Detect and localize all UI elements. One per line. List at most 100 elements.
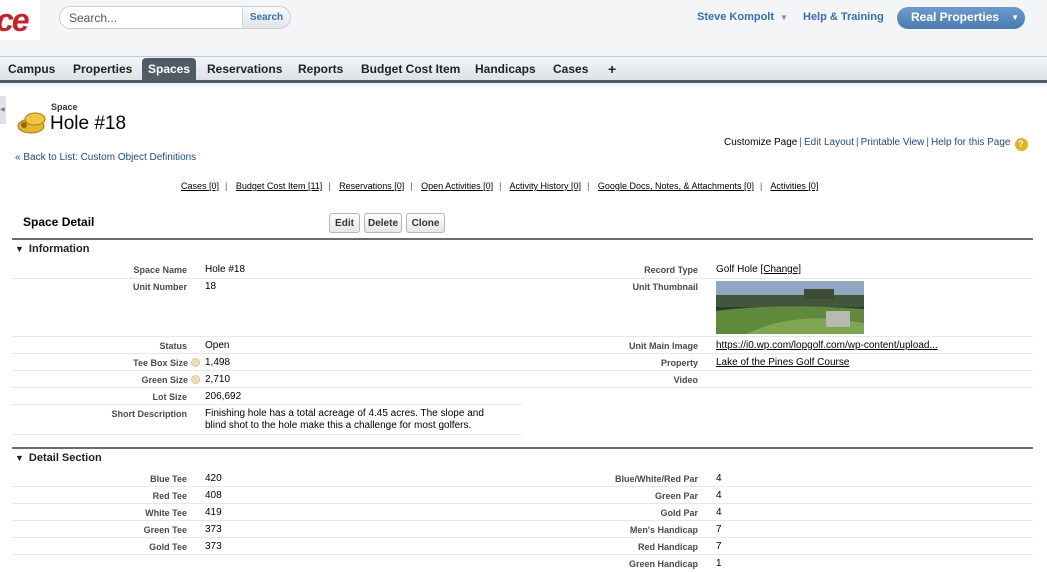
triangle-down-icon: ▼ [15,453,24,463]
global-header: ce Search Steve Kompolt ▼ Help & Training… [0,0,1047,56]
detail-section-toggle[interactable]: ▼ Detail Section [15,452,102,464]
edit-layout-link[interactable]: Edit Layout [804,137,854,148]
tab-spaces[interactable]: Spaces [142,58,197,81]
record-type-label: Record Type [644,265,698,275]
back-to-list-link[interactable]: « Back to List: Custom Object Definition… [15,152,196,163]
property-value: Lake of the Pines Golf Course [716,357,849,368]
add-tab-button[interactable]: + [608,57,616,81]
related-link-budget-cost-item[interactable]: Budget Cost Item [11] [236,181,322,191]
gold-tee-label: Gold Tee [149,542,187,552]
related-list-links: Cases [0] | Budget Cost Item [11] | Reserv… [181,181,819,191]
help-icon[interactable]: ? [1014,138,1028,151]
search-input[interactable] [60,7,242,28]
tab-handicaps[interactable]: Handicaps [475,57,536,81]
information-section-toggle[interactable]: ▼ Information [15,243,89,255]
short-description-value: Finishing hole has a total acreage of 4.… [205,408,484,431]
space-name-value: Hole #18 [205,264,246,275]
green-par-value: 4 [716,490,722,501]
status-value: Open [205,340,230,351]
space-object-icon [17,112,46,134]
page-title: Hole #18 [50,113,127,134]
tab-properties[interactable]: Properties [73,57,132,81]
mens-handicap-label: Men's Handicap [629,525,698,535]
property-link[interactable]: Lake of the Pines Golf Course [716,357,849,368]
salesforce-logo[interactable]: ce [0,0,40,40]
mens-handicap-value: 7 [716,524,722,535]
record-type-value: Golf Hole [Change] [716,264,802,275]
gold-par-label: Gold Par [660,508,698,518]
tee-box-size-value: 1,498 [205,357,231,368]
triangle-down-icon: ▼ [15,244,24,254]
tab-bar: Campus Properties Spaces Reservations Re… [0,56,1047,83]
printable-view-link[interactable]: Printable View [861,137,925,148]
user-menu[interactable]: Steve Kompolt ▼ [697,11,788,23]
detail-title: Space Detail [23,215,95,229]
blue-tee-value: 420 [205,473,222,484]
help-training-link[interactable]: Help & Training [803,11,884,23]
object-type-label: Space [51,102,78,112]
red-tee-label: Red Tee [152,491,187,501]
app-switcher-button[interactable]: Real Properties ▼ [897,7,1025,29]
blue-tee-label: Blue Tee [150,474,187,484]
gold-tee-value: 373 [205,541,222,552]
chevron-down-icon: ▼ [780,13,788,22]
red-tee-value: 408 [205,490,222,501]
search-box: Search [59,6,291,29]
section-divider [12,447,1033,449]
tab-reservations[interactable]: Reservations [207,57,282,81]
tee-box-size-label: Tee Box Size [80,358,200,368]
green-size-label: Green Size [80,375,200,385]
unit-number-label: Unit Number [133,282,187,292]
related-link-reservations[interactable]: Reservations [0] [339,181,404,191]
short-description-label: Short Description [111,409,187,419]
red-handicap-label: Red Handicap [637,542,698,552]
change-record-type-link[interactable]: [Change] [760,264,801,275]
customize-page-link[interactable]: Customize Page [724,137,797,148]
unit-thumbnail-image[interactable] [716,281,864,334]
tab-cases[interactable]: Cases [553,57,588,81]
status-label: Status [159,341,187,351]
delete-button[interactable]: Delete [364,213,402,233]
info-icon[interactable] [191,375,200,384]
tab-budget-cost-item[interactable]: Budget Cost Item [361,57,460,81]
record-detail-page: ◀ Space Hole #18 Customize Page | Edit Lay… [0,86,1047,572]
page-links: Customize Page | Edit Layout | Printable Vie… [724,137,1028,151]
info-icon[interactable] [191,358,200,367]
blue-white-red-par-value: 4 [716,473,722,484]
related-link-open-activities[interactable]: Open Activities [0] [421,181,493,191]
green-size-value: 2,710 [205,374,231,385]
white-tee-value: 419 [205,507,222,518]
space-name-label: Space Name [133,265,187,275]
user-name: Steve Kompolt [697,11,775,23]
gold-par-value: 4 [716,507,722,518]
white-tee-label: White Tee [145,508,187,518]
edit-button[interactable]: Edit [329,213,360,233]
search-button[interactable]: Search [242,7,290,28]
green-par-label: Green Par [654,491,698,501]
lot-size-value: 206,692 [205,391,242,402]
sidebar-collapse-handle[interactable]: ◀ [0,96,6,124]
section-divider [12,238,1033,240]
green-tee-label: Green Tee [143,525,187,535]
tab-reports[interactable]: Reports [298,57,343,81]
related-link-activity-history[interactable]: Activity History [0] [510,181,582,191]
unit-thumbnail-label: Unit Thumbnail [632,282,699,292]
green-tee-value: 373 [205,524,222,535]
blue-white-red-par-label: Blue/White/Red Par [614,474,698,484]
related-link-google-docs[interactable]: Google Docs, Notes, & Attachments [0] [598,181,754,191]
clone-button[interactable]: Clone [406,213,445,233]
related-link-activities[interactable]: Activities [0] [770,181,818,191]
help-for-page-link[interactable]: Help for this Page [931,137,1011,148]
unit-main-image-link[interactable]: https://i0.wp.com/lopgolf.com/wp-content… [716,340,938,351]
property-label: Property [660,358,698,368]
red-handicap-value: 7 [716,541,722,552]
tab-campus[interactable]: Campus [8,57,55,81]
video-label: Video [673,375,698,385]
unit-number-value: 18 [205,281,217,292]
related-link-cases[interactable]: Cases [0] [181,181,219,191]
unit-main-image-label: Unit Main Image [628,341,698,351]
chevron-down-icon: ▼ [1011,13,1019,22]
lot-size-label: Lot Size [152,392,187,402]
app-name: Real Properties [911,10,1000,24]
green-handicap-value: 1 [716,558,722,569]
